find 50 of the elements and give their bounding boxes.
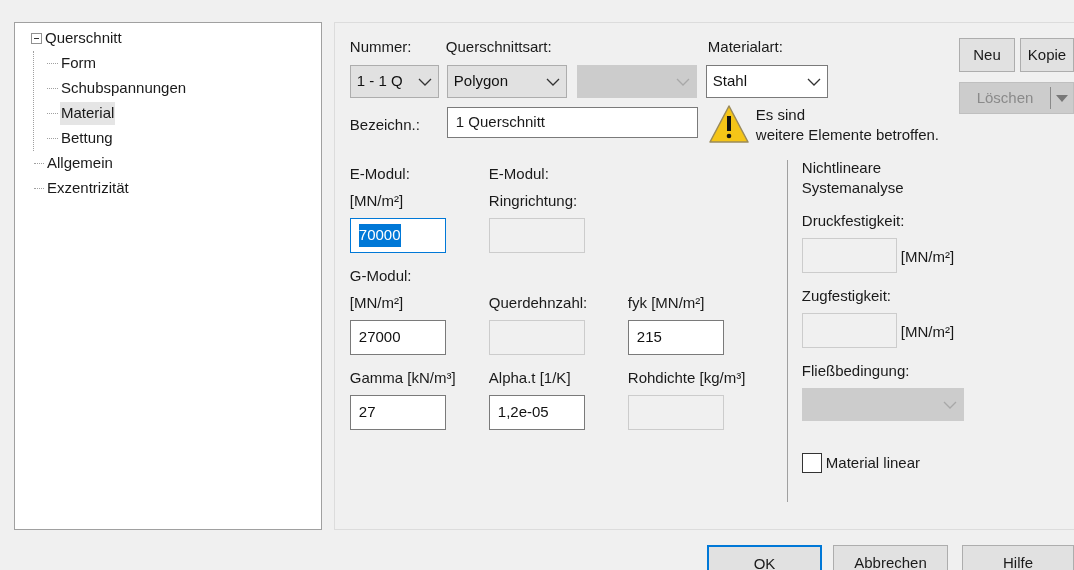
- field-label: Zugfestigkeit:: [801, 286, 893, 306]
- tree-item[interactable]: Material: [60, 102, 116, 125]
- dialog-button[interactable]: Hilfe: [962, 545, 1074, 570]
- field-label: Alpha.t [1/K]: [488, 368, 572, 388]
- field-label: Bezeichn.:: [349, 115, 421, 135]
- field-label: Gamma [kN/m³]: [349, 368, 457, 388]
- warning-icon: [707, 104, 750, 144]
- collapse-icon[interactable]: [31, 33, 42, 44]
- field-label: Querschnittsart:: [445, 36, 553, 57]
- field-label: Materialart:: [707, 36, 783, 57]
- dropdown[interactable]: Stahl: [705, 65, 828, 98]
- unit-label: [MN/m²]: [900, 247, 955, 268]
- caret-icon: [1056, 94, 1068, 102]
- checkbox-label[interactable]: Material linear: [825, 452, 921, 475]
- dialog-button[interactable]: Abbrechen: [833, 545, 948, 570]
- tree-item[interactable]: Form: [60, 52, 97, 75]
- tree-item[interactable]: Querschnitt: [44, 27, 123, 50]
- input-field[interactable]: 27000: [349, 320, 446, 355]
- input-field[interactable]: 70000: [349, 218, 446, 253]
- chevron-icon: [675, 77, 690, 86]
- action-button[interactable]: Neu: [959, 38, 1015, 72]
- chevron-icon: [417, 77, 432, 86]
- tree-item[interactable]: Exzentrizität: [46, 177, 130, 200]
- chevron-icon: [806, 77, 821, 86]
- field-label: fyk [MN/m²]: [627, 293, 706, 313]
- field-label: G-Modul: [MN/m²]: [349, 266, 413, 313]
- dropdown[interactable]: Polygon: [446, 65, 567, 98]
- section-title: Nichtlineare Systemanalyse: [801, 158, 905, 198]
- checkbox[interactable]: [801, 453, 822, 474]
- field-label: Querdehnzahl:: [488, 293, 589, 313]
- field-label: Druckfestigkeit:: [801, 211, 906, 231]
- input-field[interactable]: 27: [349, 395, 446, 430]
- input-field[interactable]: 215: [627, 320, 724, 355]
- unit-label: [MN/m²]: [900, 322, 955, 343]
- dropdown[interactable]: 1 - 1 Q: [349, 65, 439, 98]
- action-button[interactable]: Kopie: [1020, 38, 1074, 72]
- tree-item[interactable]: Allgemein: [46, 152, 114, 175]
- tree-item[interactable]: Bettung: [60, 127, 114, 150]
- chevron-icon: [545, 77, 560, 86]
- chevron-icon: [942, 400, 957, 409]
- field-label: E-Modul: Ringrichtung:: [488, 164, 579, 211]
- field-label: Nummer:: [349, 36, 413, 57]
- tree-item[interactable]: Schubspannungen: [60, 77, 188, 100]
- field-label: Fließbedingung:: [801, 361, 911, 381]
- field-label: Rohdichte [kg/m³]: [627, 368, 747, 388]
- input-field[interactable]: 1 Querschnitt: [446, 107, 698, 138]
- warning-message: Es sind weitere Elemente betroffen.: [755, 105, 939, 145]
- field-label: E-Modul: [MN/m²]: [349, 164, 411, 211]
- dialog-button[interactable]: OK: [707, 545, 822, 570]
- input-field[interactable]: 1,2e-05: [488, 395, 585, 430]
